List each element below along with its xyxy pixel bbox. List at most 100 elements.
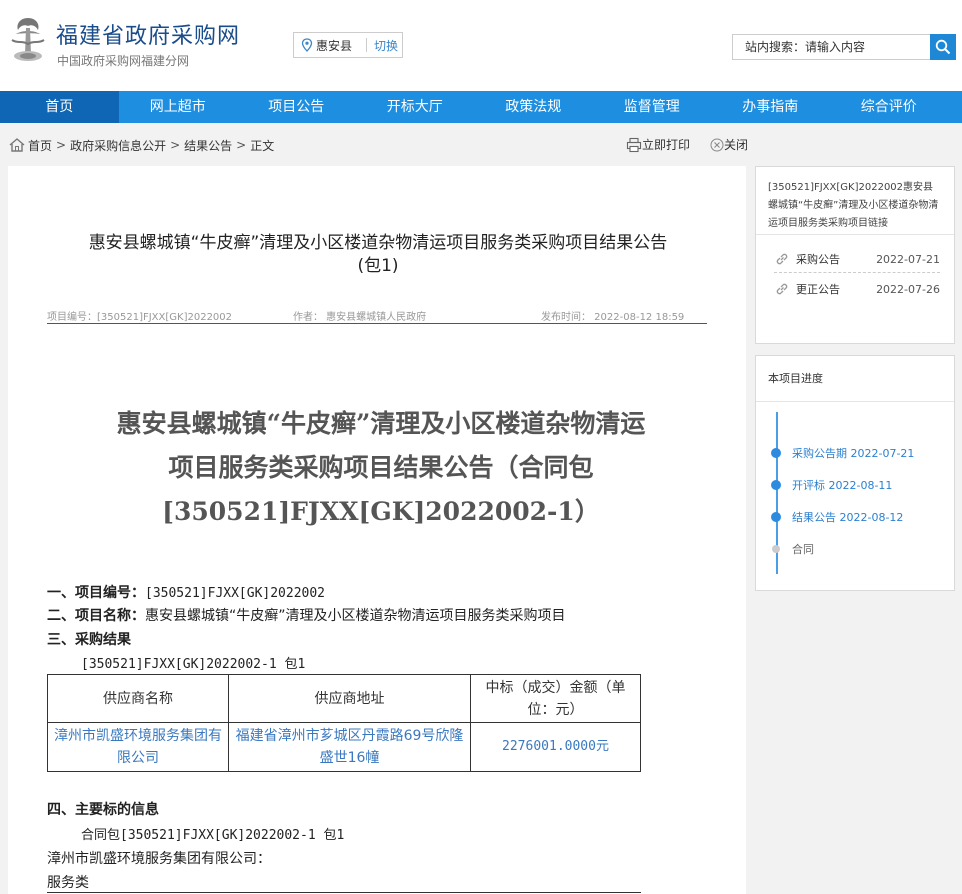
section-project-name: 二、项目名称：惠安县螺城镇“牛皮癣”清理及小区楼道杂物清运项目服务类采购项目 bbox=[47, 605, 566, 625]
document-title-line: 惠安县螺城镇“牛皮癣”清理及小区楼道杂物清运 bbox=[116, 409, 646, 438]
home-icon bbox=[9, 138, 25, 152]
region-selector[interactable]: 惠安县 切换 bbox=[293, 32, 403, 58]
nav-item-guide[interactable]: 办事指南 bbox=[711, 91, 830, 123]
nav-item-evaluation[interactable]: 综合评价 bbox=[830, 91, 949, 123]
table-header-cell: 供应商名称 bbox=[47, 674, 229, 723]
section-main-items: 四、主要标的信息 bbox=[47, 799, 159, 819]
region-divider bbox=[366, 38, 368, 52]
breadcrumb-home[interactable]: 首页 bbox=[28, 137, 52, 154]
document-title: 惠安县螺城镇“牛皮癣”清理及小区楼道杂物清运 项目服务类采购项目结果公告（合同包… bbox=[46, 402, 716, 534]
progress-step[interactable]: 开评标 2022-08-11 bbox=[771, 478, 892, 492]
link-icon bbox=[776, 253, 788, 265]
section-label: 四、主要标的信息 bbox=[47, 802, 159, 818]
nav-item-project-notices[interactable]: 项目公告 bbox=[237, 91, 356, 123]
breadcrumb: 首页 > 政府采购信息公开 > 结果公告 > 正文 bbox=[8, 133, 274, 157]
section-result: 三、采购结果 bbox=[47, 629, 131, 649]
main-items-supplier: 漳州市凯盛环境服务集团有限公司： bbox=[47, 851, 271, 867]
result-package: [350521]FJXX[GK]2022002-1 包1 bbox=[81, 657, 306, 672]
meta-project-no: 项目编号：[350521]FJXX[GK]2022002 bbox=[47, 312, 233, 323]
progress-dot-icon bbox=[772, 545, 780, 553]
nav-item-policies[interactable]: 政策法规 bbox=[474, 91, 593, 123]
progress-step-label: 采购公告期 bbox=[792, 447, 847, 460]
print-label: 立即打印 bbox=[642, 138, 691, 152]
search-button[interactable] bbox=[930, 34, 956, 60]
breadcrumb-separator: > bbox=[236, 138, 247, 152]
main-nav: 首页 网上超市 项目公告 开标大厅 政策法规 监督管理 办事指南 综合评价 bbox=[0, 91, 962, 123]
section-label: 一、项目编号： bbox=[47, 585, 145, 601]
progress-step-date: 2022-08-11 bbox=[828, 478, 893, 492]
search-icon bbox=[935, 39, 951, 55]
main-items-package: 合同包[350521]FJXX[GK]2022002-1 包1 bbox=[81, 828, 345, 843]
meta-author: 作者： 惠安县螺城镇人民政府 bbox=[293, 312, 427, 323]
progress-title: 本项目进度 bbox=[756, 356, 954, 402]
progress-step-label: 结果公告 bbox=[792, 511, 836, 524]
location-pin-icon bbox=[301, 38, 313, 52]
supplier-name-cell[interactable]: 漳州市凯盛环境服务集团有限公司 bbox=[47, 722, 229, 772]
article-title-line: 惠安县螺城镇“牛皮癣”清理及小区楼道杂物清运项目服务类采购项目结果公告 bbox=[88, 233, 668, 253]
progress-step: 合同 bbox=[771, 542, 814, 556]
related-link-date: 2022-07-21 bbox=[876, 252, 940, 266]
related-links-panel: [350521]FJXX[GK]2022002惠安县螺城镇“牛皮癣”清理及小区楼… bbox=[755, 166, 955, 344]
table-row: 漳州市凯盛环境服务集团有限公司 福建省漳州市芗城区丹霞路69号欣隆盛世16幢 2… bbox=[47, 722, 641, 772]
close-label: 关闭 bbox=[724, 138, 749, 152]
article-title-package: (包1) bbox=[357, 256, 399, 276]
nav-item-online-mall[interactable]: 网上超市 bbox=[119, 91, 238, 123]
related-link-correction-notice[interactable]: 更正公告 2022-07-26 bbox=[774, 279, 940, 299]
table-header-cell: 供应商地址 bbox=[228, 674, 471, 723]
progress-dot-icon bbox=[771, 448, 781, 458]
breadcrumb-separator: > bbox=[56, 138, 67, 152]
region-switch-link[interactable]: 切换 bbox=[374, 37, 398, 54]
section-label: 三、采购结果 bbox=[47, 632, 131, 648]
progress-dot-icon bbox=[771, 512, 781, 522]
breadcrumb-current: 正文 bbox=[250, 138, 275, 153]
article-panel: 惠安县螺城镇“牛皮癣”清理及小区楼道杂物清运项目服务类采购项目结果公告 (包1)… bbox=[8, 166, 746, 894]
progress-step-label: 开评标 bbox=[792, 479, 825, 492]
bid-amount-cell: 2276001.0000元 bbox=[470, 722, 641, 772]
table-header-cell: 中标（成交）金额（单位：元） bbox=[470, 674, 641, 723]
supplier-address-cell: 福建省漳州市芗城区丹霞路69号欣隆盛世16幢 bbox=[228, 722, 471, 772]
breadcrumb-result-notices[interactable]: 结果公告 bbox=[184, 137, 232, 154]
link-icon bbox=[776, 283, 788, 295]
related-link-label: 采购公告 bbox=[796, 253, 840, 266]
result-table: 供应商名称 供应商地址 中标（成交）金额（单位：元） 漳州市凯盛环境服务集团有限… bbox=[47, 674, 641, 772]
progress-step[interactable]: 结果公告 2022-08-12 bbox=[771, 510, 903, 524]
related-link-procurement-notice[interactable]: 采购公告 2022-07-21 bbox=[774, 249, 940, 273]
table-header-row: 供应商名称 供应商地址 中标（成交）金额（单位：元） bbox=[47, 674, 641, 723]
project-progress-panel: 本项目进度 采购公告期 2022-07-21 开评标 2022-08-11 结果… bbox=[755, 355, 955, 591]
breadcrumb-separator: > bbox=[170, 138, 181, 152]
region-name: 惠安县 bbox=[316, 38, 353, 53]
meta-publish-time: 发布时间： 2022-08-12 18:59 bbox=[541, 312, 685, 323]
project-no-value: [350521]FJXX[GK]2022002 bbox=[145, 586, 326, 601]
document-title-line: 项目服务类采购项目结果公告（合同包 bbox=[168, 453, 594, 482]
site-logo-icon[interactable] bbox=[8, 14, 48, 66]
nav-item-bid-hall[interactable]: 开标大厅 bbox=[356, 91, 475, 123]
progress-step-label: 合同 bbox=[792, 543, 814, 556]
site-search: 站内搜索：请输入内容 bbox=[732, 34, 956, 60]
article-meta: 项目编号：[350521]FJXX[GK]2022002 作者： 惠安县螺城镇人… bbox=[47, 306, 707, 324]
document-title-line: [350521]FJXX[GK]2022002-1） bbox=[162, 497, 600, 526]
breadcrumb-info-disclosure[interactable]: 政府采购信息公开 bbox=[70, 137, 166, 154]
progress-dot-icon bbox=[771, 480, 781, 490]
main-items-type: 服务类 bbox=[47, 872, 641, 893]
project-name-value: 惠安县螺城镇“牛皮癣”清理及小区楼道杂物清运项目服务类采购项目 bbox=[145, 608, 566, 624]
related-link-date: 2022-07-26 bbox=[876, 282, 940, 296]
article-tools: 立即打印 关闭 bbox=[626, 136, 768, 153]
section-label: 二、项目名称： bbox=[47, 608, 145, 624]
site-subtitle: 中国政府采购网福建分网 bbox=[57, 54, 190, 68]
nav-item-home[interactable]: 首页 bbox=[0, 91, 119, 123]
related-links-title: [350521]FJXX[GK]2022002惠安县螺城镇“牛皮癣”清理及小区楼… bbox=[756, 167, 954, 235]
progress-step[interactable]: 采购公告期 2022-07-21 bbox=[771, 446, 914, 460]
article-title: 惠安县螺城镇“牛皮癣”清理及小区楼道杂物清运项目服务类采购项目结果公告 (包1) bbox=[48, 232, 708, 278]
close-icon bbox=[710, 138, 724, 151]
site-header: 福建省政府采购网 中国政府采购网福建分网 惠安县 切换 站内搜索：请输入内容 bbox=[0, 0, 962, 92]
progress-step-date: 2022-07-21 bbox=[850, 446, 915, 460]
nav-item-supervision[interactable]: 监督管理 bbox=[593, 91, 712, 123]
section-project-no: 一、项目编号：[350521]FJXX[GK]2022002 bbox=[47, 582, 325, 602]
site-title[interactable]: 福建省政府采购网 bbox=[56, 18, 240, 50]
related-link-label: 更正公告 bbox=[796, 283, 840, 296]
divider bbox=[774, 272, 940, 273]
printer-icon bbox=[626, 137, 642, 152]
search-input[interactable]: 站内搜索：请输入内容 bbox=[732, 34, 930, 60]
close-button[interactable]: 关闭 bbox=[710, 136, 748, 153]
print-button[interactable]: 立即打印 bbox=[626, 136, 690, 153]
